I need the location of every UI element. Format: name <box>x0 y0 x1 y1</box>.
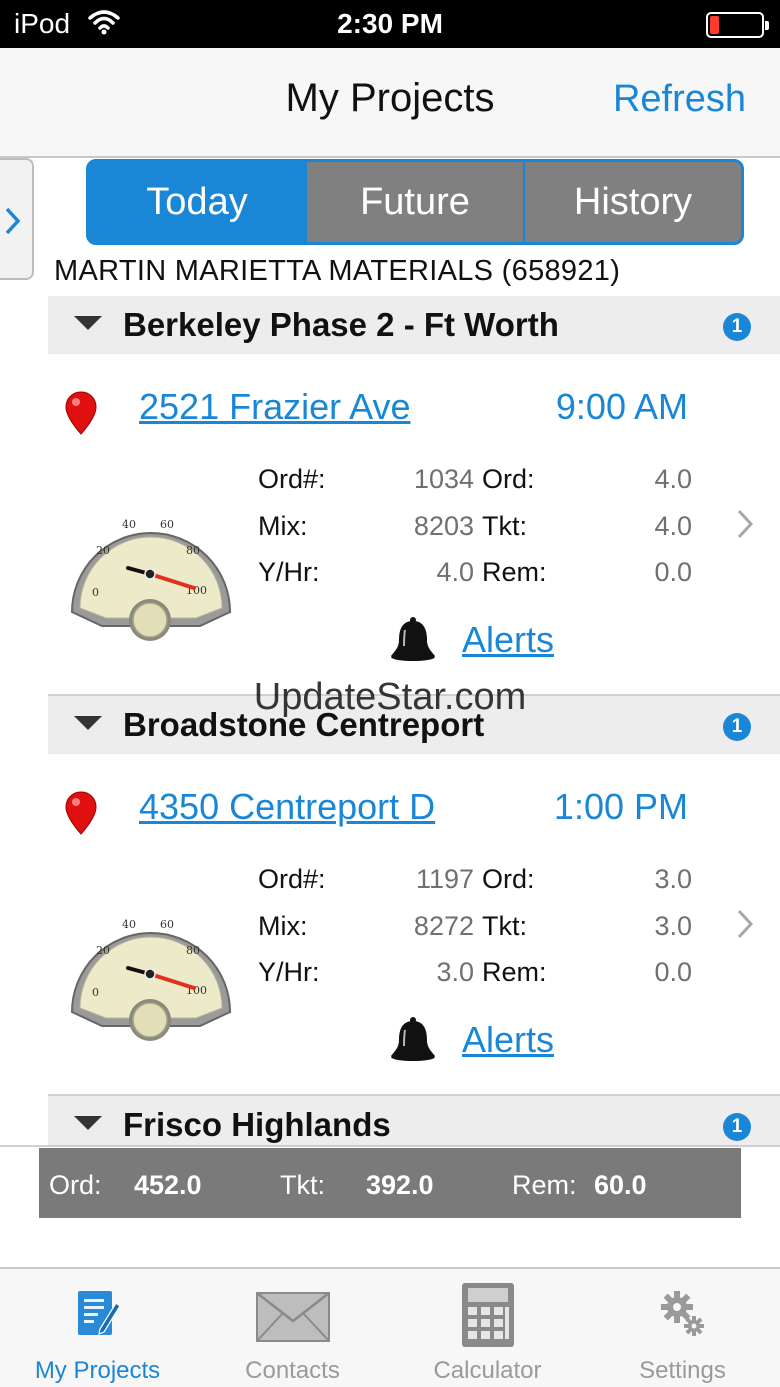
remaining-label: Rem: <box>482 557 547 587</box>
yards-per-hour-label: Y/Hr: <box>258 957 320 987</box>
gear-icon <box>660 1291 704 1336</box>
yards-per-hour-value: 3.0 <box>436 957 474 987</box>
mix-value: 8272 <box>413 910 474 941</box>
tab-bar: My Projects Contacts Calculator Settings <box>0 1267 780 1387</box>
project-stats: Ord#: 1197 Ord: 3.0 Mix: 8272 Tkt: 3.0 Y… <box>258 864 698 1004</box>
date-filter-segmented-control: Today Future History <box>86 159 744 245</box>
gauge-tick-label: 0 <box>92 586 99 599</box>
tab-my-projects[interactable]: My Projects <box>0 1269 195 1387</box>
project-stats: Ord#: 1034 Ord: 4.0 Mix: 8203 Tkt: 4.0 Y… <box>258 464 698 604</box>
project-section-header[interactable]: Frisco Highlands 1 <box>48 1096 780 1145</box>
side-drawer-toggle[interactable] <box>0 158 34 280</box>
tab-contacts[interactable]: Contacts <box>195 1269 390 1387</box>
total-remaining-label: Rem: <box>512 1170 577 1200</box>
notification-badge: 1 <box>723 1113 751 1141</box>
order-number-label: Ord#: <box>258 464 326 494</box>
tab-label: Settings <box>639 1357 726 1384</box>
ordered-label: Ord: <box>482 464 535 494</box>
ticketed-label: Tkt: <box>482 910 527 941</box>
total-ordered-value: 452.0 <box>134 1170 202 1200</box>
yards-per-hour-label: Y/Hr: <box>258 557 320 587</box>
order-number-label: Ord#: <box>258 864 326 894</box>
envelope-icon <box>255 1292 330 1342</box>
mix-value: 8203 <box>413 510 474 541</box>
gauge-tick-label: 20 <box>96 544 110 557</box>
mix-label: Mix: <box>258 910 308 941</box>
map-pin-icon <box>65 791 97 835</box>
chevron-right-icon <box>5 207 21 235</box>
segment-history[interactable]: History <box>523 162 741 242</box>
total-ordered-label: Ord: <box>49 1170 102 1200</box>
order-number-value: 1197 <box>415 864 474 894</box>
gauge-tick-label: 20 <box>96 944 110 957</box>
gauge-tick-label: 80 <box>186 544 200 557</box>
alerts-link[interactable]: Alerts <box>462 1019 554 1061</box>
totals-bar: Ord: 452.0 Tkt: 392.0 Rem: 60.0 <box>39 1148 741 1218</box>
yards-per-hour-value: 4.0 <box>436 557 474 587</box>
bell-icon <box>391 1017 435 1061</box>
ticketed-label: Tkt: <box>482 510 527 541</box>
battery-icon <box>706 12 769 38</box>
map-pin-icon <box>65 391 97 435</box>
calculator-icon <box>461 1283 514 1347</box>
watermark: UpdateStar.com <box>253 676 527 718</box>
delivery-time: 1:00 PM <box>553 786 688 827</box>
remaining-value: 0.0 <box>654 557 692 587</box>
ordered-value: 3.0 <box>654 864 692 894</box>
ordered-value: 4.0 <box>654 464 692 494</box>
gauge-tick-label: 40 <box>122 918 136 931</box>
project-section-header[interactable]: Berkeley Phase 2 - Ft Worth 1 <box>48 296 780 354</box>
speedometer-gauge-icon: 0 20 40 60 80 100 <box>70 918 232 1041</box>
tab-settings[interactable]: Settings <box>585 1269 780 1387</box>
navigation-bar: My Projects Refresh <box>0 48 780 158</box>
tab-label: Calculator <box>433 1357 542 1384</box>
refresh-button[interactable]: Refresh <box>613 78 746 121</box>
segment-future[interactable]: Future <box>305 162 523 242</box>
alerts-link[interactable]: Alerts <box>462 619 554 661</box>
total-ticketed-value: 392.0 <box>366 1170 434 1200</box>
company-name: MARTIN MARIETTA MATERIALS (658921) <box>54 255 621 287</box>
total-ticketed-label: Tkt: <box>280 1170 325 1200</box>
ticketed-value: 3.0 <box>654 910 692 941</box>
gauge-tick-label: 0 <box>92 986 99 999</box>
chevron-right-icon[interactable] <box>736 908 754 940</box>
clock: 2:30 PM <box>337 8 443 39</box>
total-remaining-value: 60.0 <box>594 1170 647 1200</box>
remaining-label: Rem: <box>482 957 547 987</box>
order-number-value: 1034 <box>413 464 474 494</box>
project-name: Frisco Highlands <box>123 1106 391 1143</box>
bell-icon <box>391 617 435 661</box>
document-icon <box>77 1291 121 1335</box>
chevron-right-icon[interactable] <box>736 508 754 540</box>
tab-label: Contacts <box>245 1357 340 1384</box>
status-bar: iPod 2:30 PM <box>0 0 780 48</box>
segment-today[interactable]: Today <box>89 162 305 242</box>
gauge-tick-label: 40 <box>122 518 136 531</box>
project-address-link[interactable]: 2521 Frazier Ave <box>139 386 411 428</box>
gauge-tick-label: 60 <box>160 918 174 931</box>
collapse-caret-icon <box>74 316 102 330</box>
mix-label: Mix: <box>258 510 308 541</box>
collapse-caret-icon <box>74 1116 102 1130</box>
ordered-label: Ord: <box>482 864 535 894</box>
remaining-value: 0.0 <box>654 957 692 987</box>
project-name: Berkeley Phase 2 - Ft Worth <box>123 306 559 343</box>
notification-badge: 1 <box>723 313 751 341</box>
ticketed-value: 4.0 <box>654 510 692 541</box>
tab-calculator[interactable]: Calculator <box>390 1269 585 1387</box>
gauge-tick-label: 60 <box>160 518 174 531</box>
tab-label: My Projects <box>34 1357 161 1384</box>
speedometer-gauge-icon: 0 20 40 60 80 100 <box>70 518 232 641</box>
delivery-time: 9:00 AM <box>555 386 688 427</box>
project-address-link[interactable]: 4350 Centreport D <box>139 786 435 828</box>
list-divider <box>0 1145 780 1147</box>
gauge-tick-label: 80 <box>186 944 200 957</box>
